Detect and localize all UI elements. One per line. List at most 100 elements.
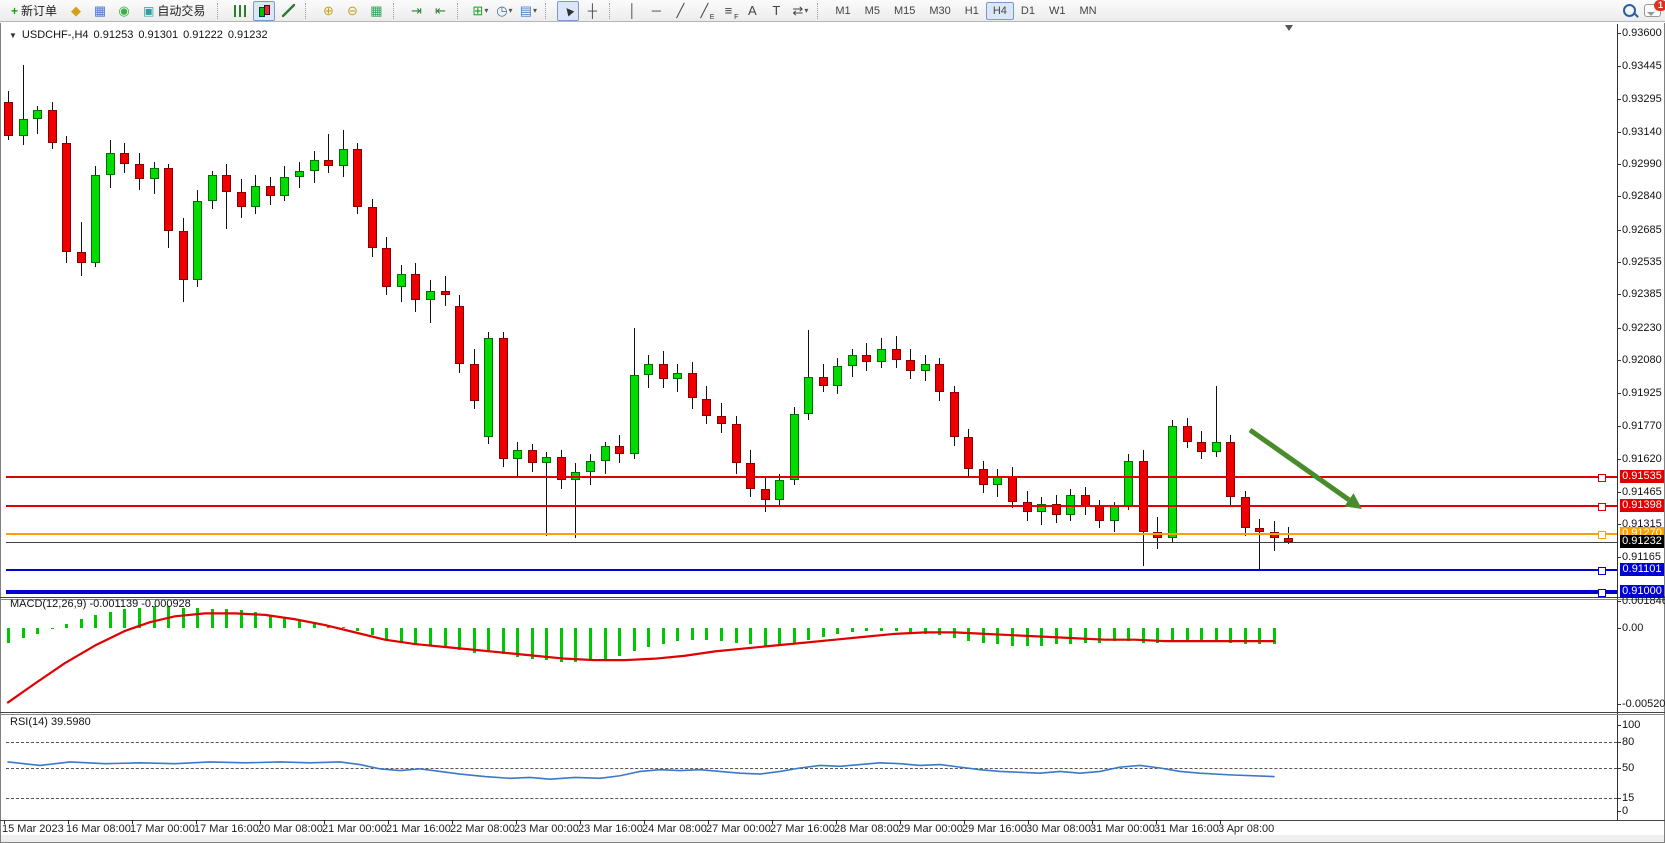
timeframe-button-M15[interactable]: M15 (887, 2, 922, 20)
hline-handle[interactable] (1598, 531, 1606, 539)
date-label: 16 Mar 08:00 (66, 823, 131, 835)
symbols-icon[interactable]: ◆ (65, 1, 87, 21)
chart-shift-button[interactable]: ⇤ (429, 1, 451, 21)
templates-button[interactable]: ▤▾ (517, 1, 539, 21)
hline-0.91000[interactable] (6, 590, 1617, 594)
indicators-icon: ⊞ (472, 4, 483, 17)
timeframe-button-H4[interactable]: H4 (986, 2, 1014, 20)
timeframe-button-MN[interactable]: MN (1072, 2, 1103, 20)
rsi-line (8, 762, 1274, 779)
candlestick-chart-button[interactable] (253, 1, 275, 21)
macd-tick (1617, 601, 1621, 602)
candle-down (266, 186, 275, 197)
date-tick (68, 820, 69, 824)
date-label: 27 Mar 00:00 (706, 823, 771, 835)
line-chart-button[interactable] (277, 1, 299, 21)
macd-histogram-bar (1229, 628, 1232, 643)
macd-histogram-bar (662, 628, 665, 644)
price-tick-label: 0.93295 (1622, 93, 1662, 105)
candle-up (630, 375, 639, 455)
vertical-line-button[interactable]: │ (621, 1, 643, 21)
vertical-line-icon: │ (628, 4, 636, 17)
timeframe-button-W1[interactable]: W1 (1042, 2, 1073, 20)
candlestick-chart-icon (258, 5, 270, 17)
new-order-button[interactable]: +新订单 (5, 0, 63, 21)
candle-up (1124, 461, 1133, 506)
periods-button[interactable]: ◷▾ (493, 1, 515, 21)
horizontal-line-icon: ─ (652, 4, 661, 17)
text-button[interactable]: A (741, 1, 763, 21)
chart-dropdown-icon[interactable]: ▼ (9, 31, 17, 40)
chart-shift-icon: ⇤ (435, 4, 446, 17)
equidistant-channel-button[interactable]: ╱E (693, 1, 715, 21)
price-tick (1617, 294, 1621, 295)
hline-0.91232[interactable] (6, 542, 1617, 543)
date-label: 27 Mar 16:00 (770, 823, 835, 835)
signals-icon[interactable]: ◉ (113, 1, 135, 21)
price-line-badge: 0.91232 (1620, 535, 1664, 548)
price-tick-label: 0.92230 (1622, 322, 1662, 334)
candle-up (877, 349, 886, 362)
candle-down (950, 392, 959, 437)
macd-histogram-bar (1084, 628, 1087, 643)
macd-histogram-bar (880, 628, 883, 631)
indicators-button[interactable]: ⊞▾ (469, 1, 491, 21)
bar-chart-button[interactable] (229, 1, 251, 21)
zoom-out-button[interactable]: ⊖ (341, 1, 363, 21)
macd-histogram-bar (473, 628, 476, 653)
macd-tick-label: 0.00 (1622, 622, 1643, 634)
notifications-icon[interactable]: 1 (1644, 4, 1661, 17)
date-tick (324, 820, 325, 824)
horizontal-line-button[interactable]: ─ (645, 1, 667, 21)
auto-scroll-icon: ⇥ (411, 4, 422, 17)
candle-up (33, 110, 42, 119)
text-label-button[interactable]: T (765, 1, 787, 21)
search-icon[interactable] (1623, 4, 1636, 17)
timeframe-button-D1[interactable]: D1 (1014, 2, 1042, 20)
candle-down (441, 291, 450, 295)
hline-handle[interactable] (1598, 503, 1606, 511)
date-label: 21 Mar 00:00 (322, 823, 387, 835)
date-tick (1156, 820, 1157, 824)
timeframe-button-M5[interactable]: M5 (858, 2, 887, 20)
autotrade-button[interactable]: ▣自动交易 (137, 0, 211, 21)
hline-0.91270[interactable] (6, 533, 1617, 535)
hline-handle[interactable] (1598, 474, 1606, 482)
date-tick (1028, 820, 1029, 824)
hline-0.91535[interactable] (6, 476, 1617, 478)
macd-tick (1617, 628, 1621, 629)
price-tick-label: 0.92840 (1622, 190, 1662, 202)
candle-up (106, 153, 115, 175)
macd-histogram-bar (7, 628, 10, 643)
hline-0.91101[interactable] (6, 569, 1617, 571)
hline-handle[interactable] (1598, 589, 1606, 597)
timeframe-button-H1[interactable]: H1 (958, 2, 986, 20)
macd-histogram-bar (516, 628, 519, 657)
cursor-button[interactable]: ▲ (557, 1, 579, 21)
date-label: 23 Mar 00:00 (514, 823, 579, 835)
candle-down (862, 355, 871, 361)
macd-histogram-bar (793, 628, 796, 643)
shift-marker-icon (1285, 25, 1293, 31)
price-tick-label: 0.91925 (1622, 387, 1662, 399)
hline-handle[interactable] (1598, 567, 1606, 575)
auto-scroll-button[interactable]: ⇥ (405, 1, 427, 21)
timeframe-button-M30[interactable]: M30 (922, 2, 957, 20)
zoom-in-button[interactable]: ⊕ (317, 1, 339, 21)
trend-arrow-line[interactable] (1250, 430, 1349, 500)
arrows-button[interactable]: ⇄▾ (789, 1, 811, 21)
fibonacci-button[interactable]: ≡F (717, 1, 739, 21)
candle-up (848, 355, 857, 366)
trendline-button[interactable]: ╱ (669, 1, 691, 21)
hline-0.91398[interactable] (6, 505, 1617, 507)
macd-histogram-bar (895, 628, 898, 631)
macd-histogram-bar (65, 624, 68, 628)
candle-up (1212, 442, 1221, 453)
crosshair-button[interactable]: ┼ (581, 1, 603, 21)
candle-down (164, 168, 173, 230)
macd-histogram-bar (720, 628, 723, 641)
candle-down (4, 102, 13, 136)
timeframe-button-M1[interactable]: M1 (828, 2, 857, 20)
tile-windows-button[interactable]: ▦ (365, 1, 387, 21)
charts-grid-icon[interactable]: ▦ (89, 1, 111, 21)
